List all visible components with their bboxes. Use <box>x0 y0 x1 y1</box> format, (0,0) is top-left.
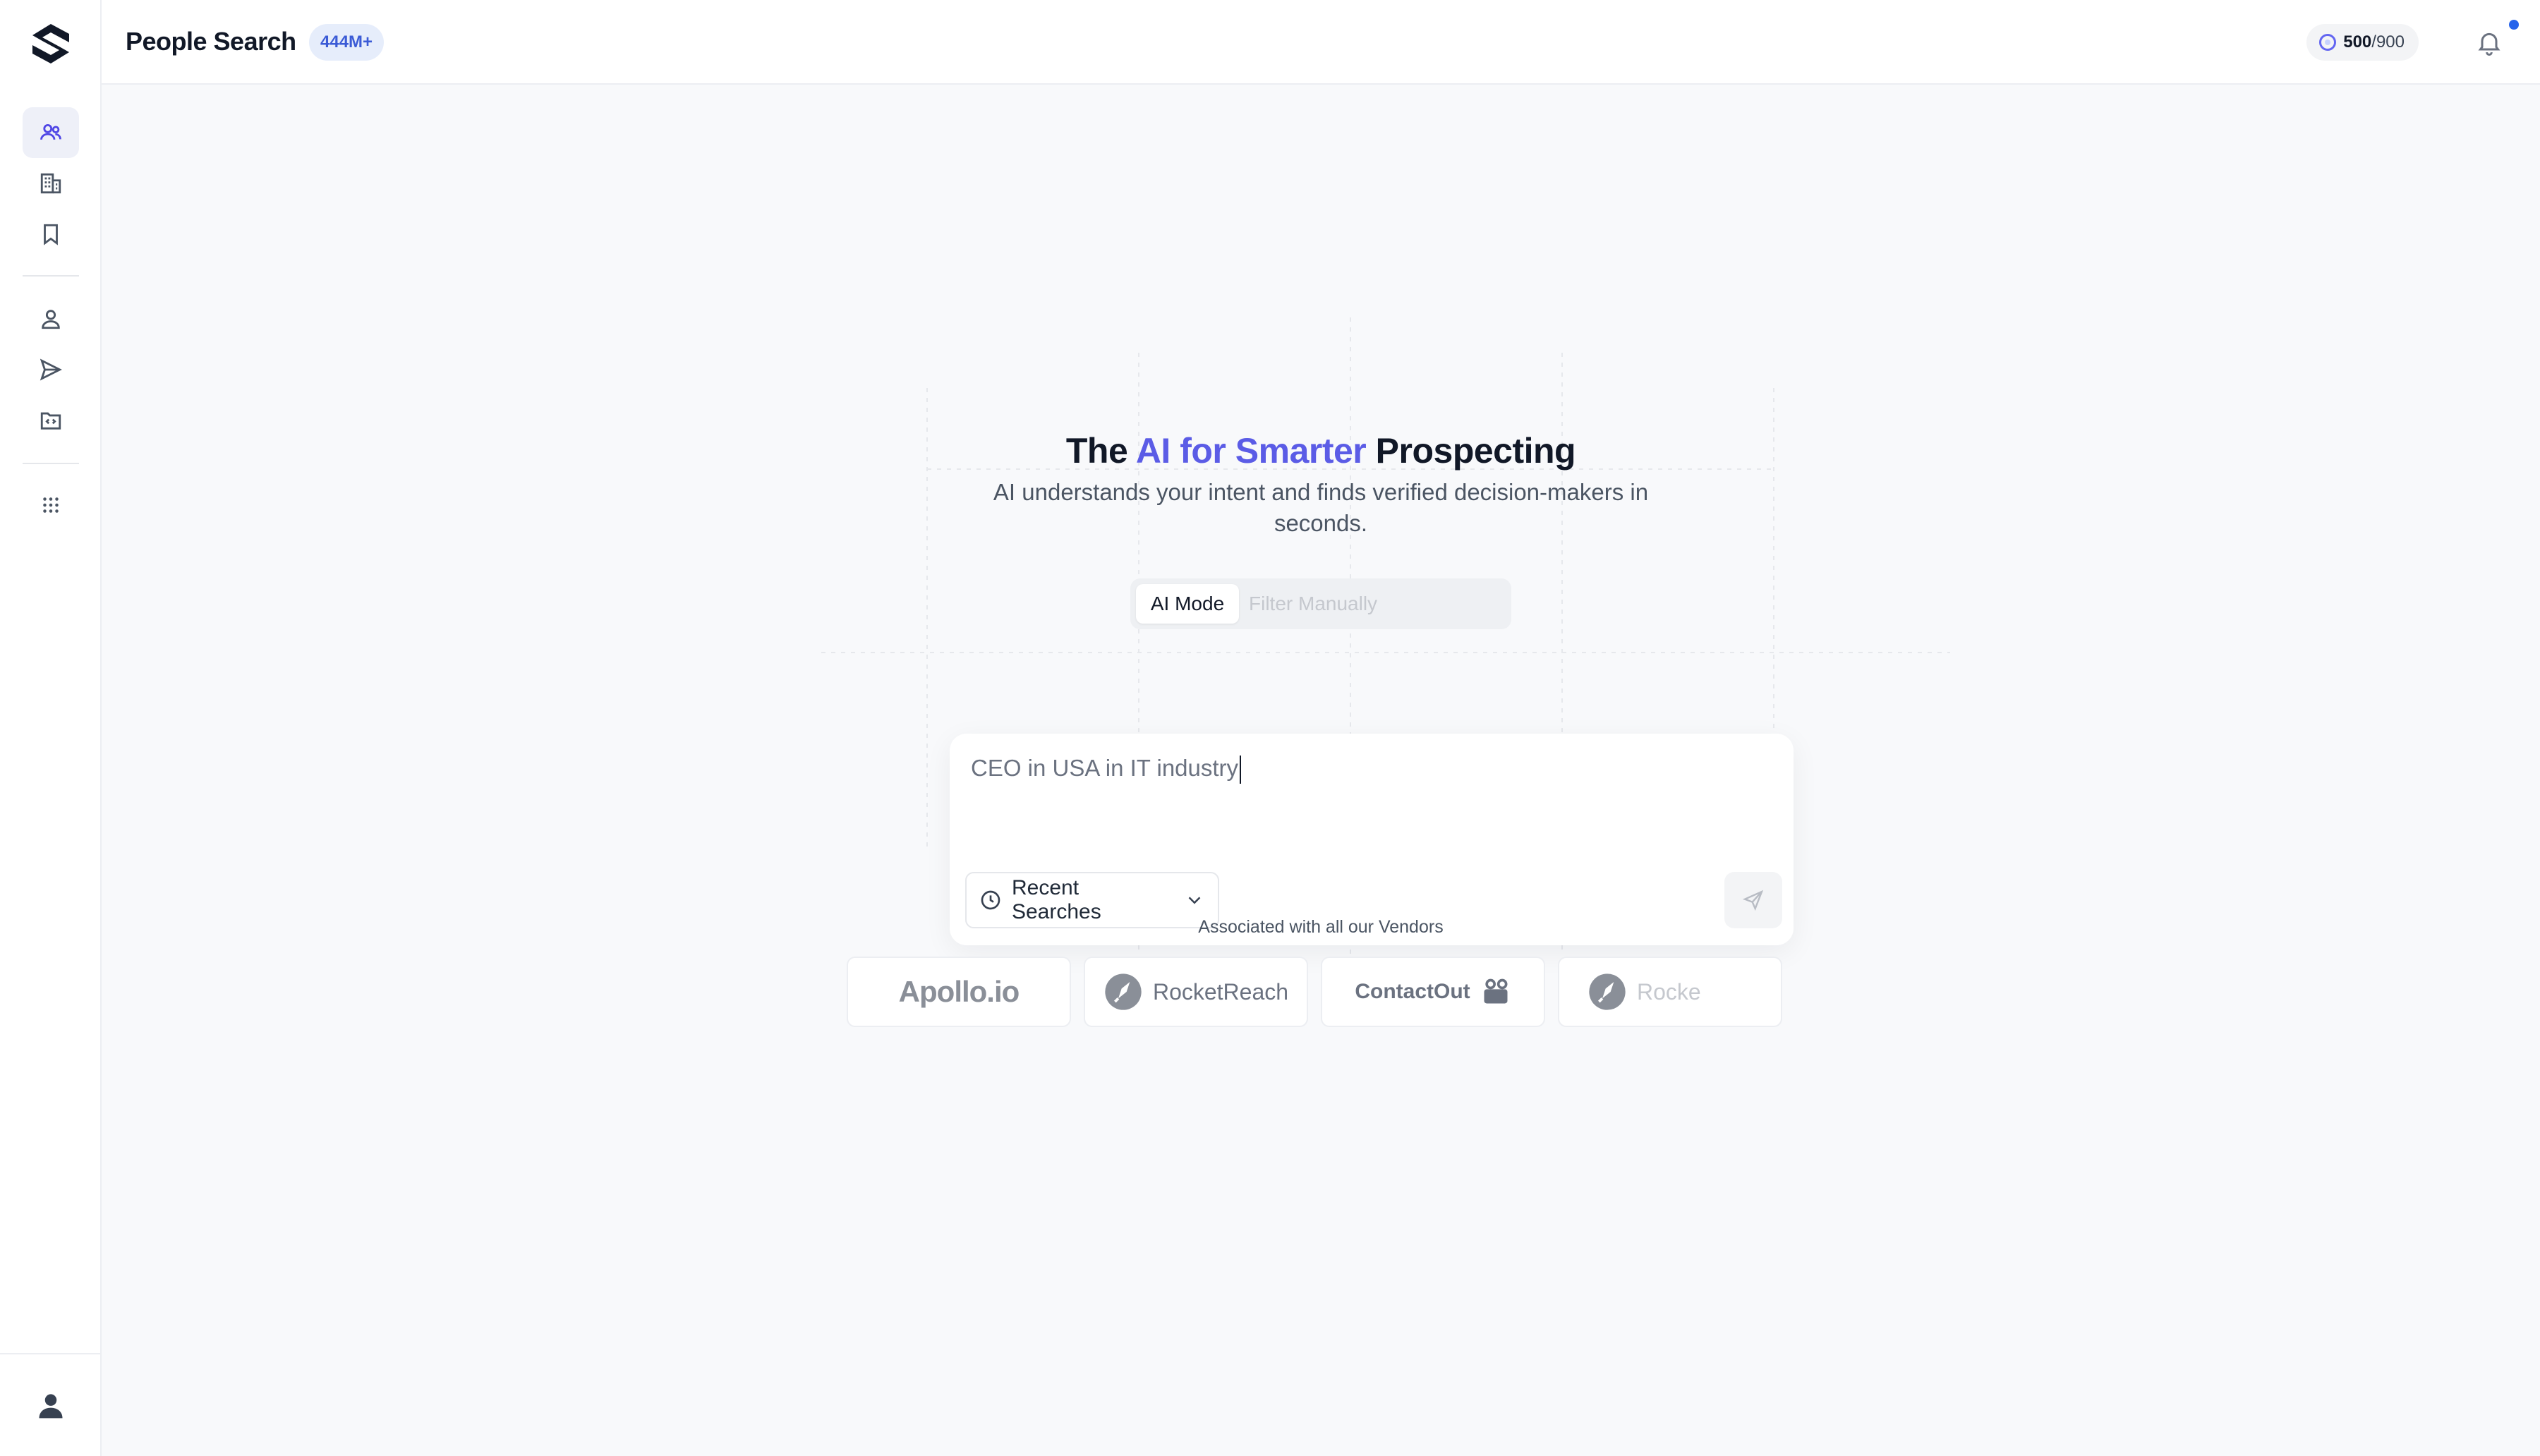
vendor-contactout: ContactOut <box>1321 957 1545 1027</box>
vendor-name: RocketReach <box>1152 978 1289 1005</box>
bookmark-icon <box>44 224 58 245</box>
hero-title-suffix: Prospecting <box>1366 431 1576 471</box>
notification-dot <box>2509 20 2519 30</box>
credits-indicator[interactable]: 500/900 <box>2306 24 2419 61</box>
main-content: The AI for Smarter Prospecting AI unders… <box>102 85 2540 1456</box>
bell-icon <box>2478 32 2500 56</box>
vendor-apollo: Apollo.io <box>847 957 1071 1027</box>
top-header: People Search 444M+ 500/900 <box>102 0 2540 85</box>
vendors-label: Associated with all our Vendors <box>1198 917 1444 937</box>
folder-code-icon <box>40 412 61 430</box>
sidebar-item-integrations[interactable] <box>23 395 79 446</box>
vendor-carousel: Apollo.io RocketReach ContactOut Rocke <box>847 957 1795 1027</box>
hero-title-accent: AI for Smarter <box>1135 431 1367 471</box>
chevron-down-icon <box>1188 897 1201 904</box>
sidebar-item-sequences[interactable] <box>23 344 79 395</box>
hero-title-prefix: The <box>1065 431 1136 471</box>
sidebar-item-apps[interactable] <box>23 480 79 530</box>
vendor-name: Rocke <box>1637 978 1701 1005</box>
send-icon <box>1742 890 1764 911</box>
send-icon <box>40 358 62 381</box>
sidebar-item-companies[interactable] <box>23 158 79 209</box>
search-query-text: CEO in USA in IT industry <box>971 755 1239 781</box>
sidebar <box>0 0 102 1456</box>
user-icon <box>42 310 60 329</box>
sidebar-item-contacts[interactable] <box>23 293 79 344</box>
ai-mode-tab[interactable]: AI Mode <box>1136 584 1239 624</box>
avatar-icon <box>39 1394 63 1419</box>
building-icon <box>40 173 61 194</box>
vendor-name: ContactOut <box>1355 980 1470 1003</box>
hero-subtitle: AI understands your intent and finds ver… <box>993 479 1649 536</box>
vendor-rocketreach-repeat: Rocke <box>1558 957 1782 1027</box>
rocket-logo-icon <box>1105 973 1142 1010</box>
credits-used: 500 <box>2343 32 2372 51</box>
clock-icon <box>981 890 1000 910</box>
grid-icon <box>43 497 59 513</box>
sidebar-item-people[interactable] <box>23 107 79 158</box>
vendor-name: Apollo.io <box>898 975 1020 1008</box>
user-avatar[interactable] <box>31 1385 71 1425</box>
search-box[interactable]: CEO in USA in IT industry Recent Searche… <box>950 734 1794 945</box>
credit-coin-icon <box>2319 34 2337 51</box>
sidebar-divider <box>23 463 79 464</box>
credits-total: /900 <box>2371 32 2405 51</box>
search-input[interactable]: CEO in USA in IT industry <box>971 755 1242 784</box>
vendor-rocketreach: RocketReach <box>1084 957 1308 1027</box>
mode-switch: AI Mode Filter Manually <box>1130 578 1511 629</box>
sidebar-item-saved[interactable] <box>23 209 79 260</box>
contactout-logo-icon <box>1484 978 1508 1004</box>
hero-title: The AI for Smarter Prospecting <box>102 430 2540 471</box>
filter-manually-tab[interactable]: Filter Manually <box>1249 584 1500 624</box>
search-card: CEO in USA in IT industry Recent Searche… <box>848 648 1794 945</box>
users-icon <box>40 123 61 140</box>
sidebar-bottom-divider <box>0 1353 102 1354</box>
rocket-logo-icon <box>1589 973 1626 1010</box>
app-logo-icon[interactable] <box>28 21 73 66</box>
sidebar-divider <box>23 275 79 277</box>
notifications-button[interactable] <box>2475 28 2503 56</box>
text-caret <box>1240 756 1242 784</box>
page-title: People Search <box>126 27 296 56</box>
record-count-badge: 444M+ <box>309 24 385 61</box>
